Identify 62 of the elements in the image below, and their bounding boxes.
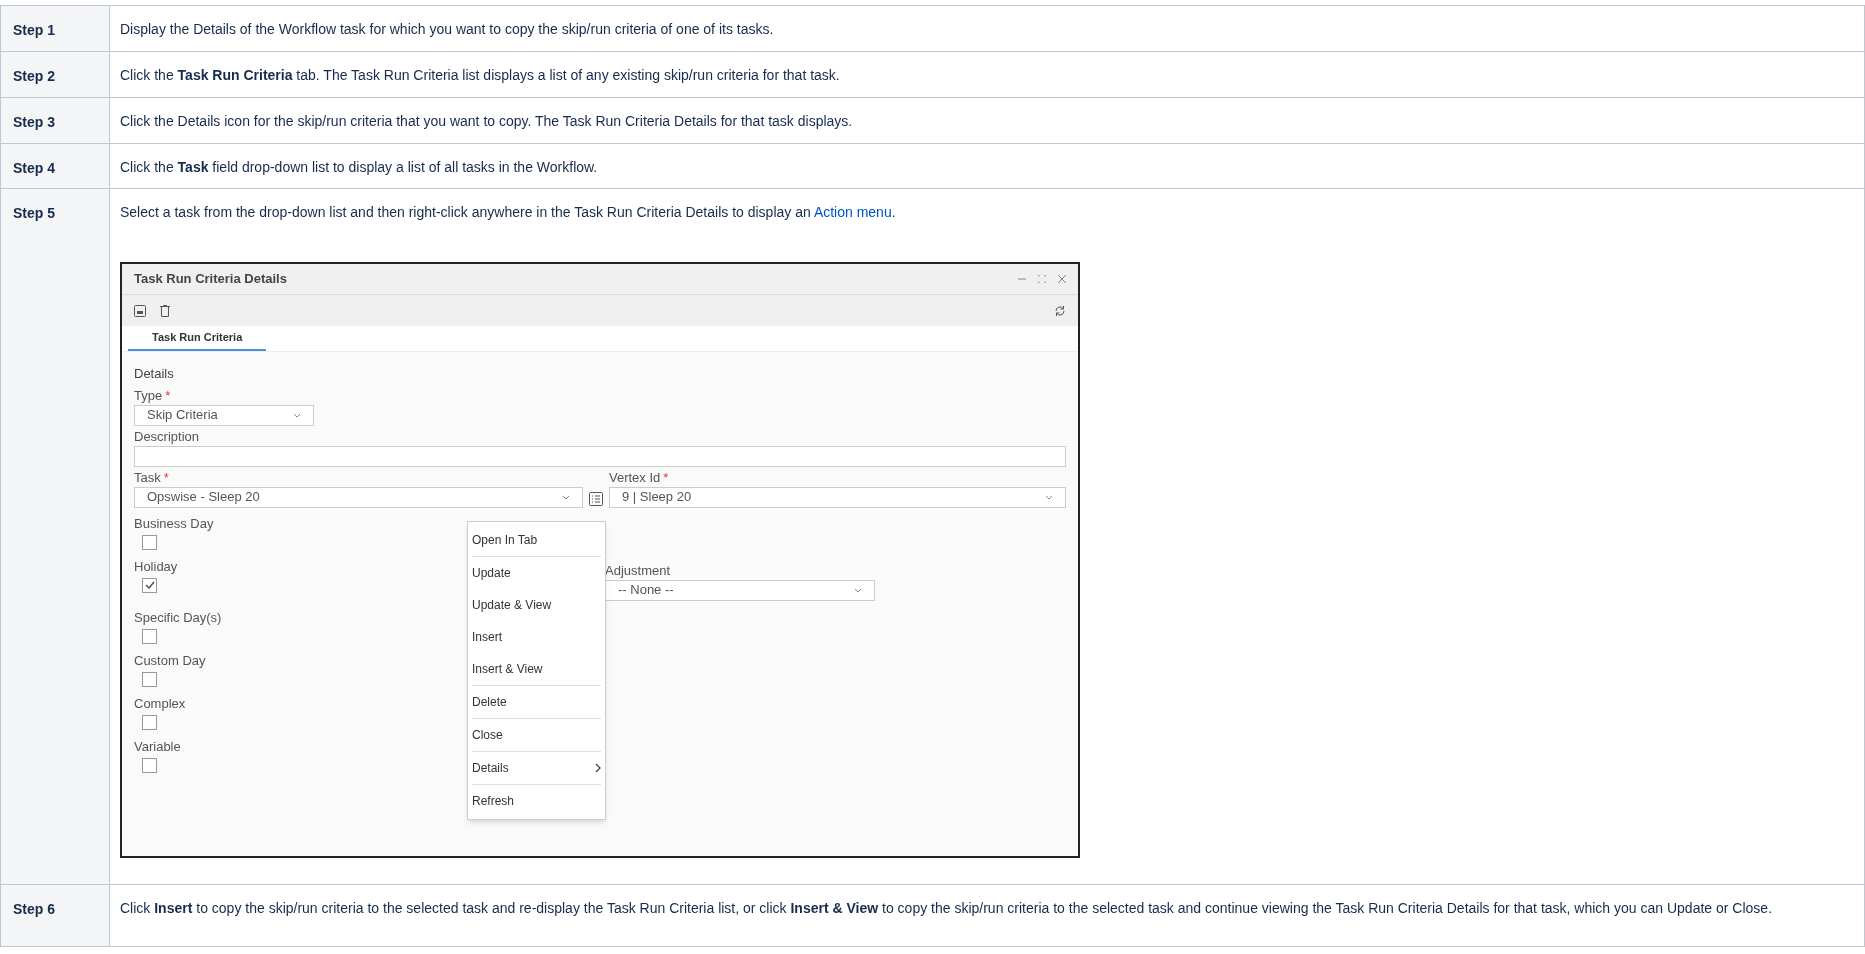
checkbox[interactable] [142, 628, 157, 644]
maximize-icon[interactable] [1038, 275, 1046, 283]
menu-item[interactable]: Insert [472, 621, 601, 653]
step-label: Step 3 [0, 98, 110, 143]
link[interactable]: Action menu [813, 204, 892, 220]
checkbox[interactable] [142, 534, 157, 550]
menu-item[interactable]: Refresh [472, 785, 601, 817]
field-label: Custom Day [134, 652, 206, 671]
step-label: Step 2 [0, 52, 110, 97]
step-text: Select a task from the drop-down list and then right-click anywhere in the Task Run Criteria Details to display an Action menu. [120, 203, 897, 222]
chevron-right-icon [595, 763, 601, 773]
menu-item[interactable]: Delete [472, 686, 601, 718]
dropdown-field[interactable]: 9 | Sleep 20 [609, 486, 1066, 508]
dropdown-field[interactable]: Skip Criteria [134, 404, 314, 426]
field-label: Business Day [134, 515, 214, 534]
field-label: Task [134, 469, 161, 488]
menu-item[interactable]: Insert & View [472, 653, 601, 685]
section-title: Details [134, 365, 175, 383]
step-label: Step 5 [0, 189, 110, 884]
minimize-icon[interactable] [1018, 275, 1026, 283]
field-label: Description [134, 428, 200, 447]
step-text: Display the Details of the Workflow task for which you want to copy the skip/run criteria of one of its tasks. [120, 20, 775, 39]
field-label: Complex [134, 695, 186, 714]
menu-item[interactable]: Update & View [472, 589, 601, 621]
field-label: Holiday [134, 558, 178, 577]
dropdown-field[interactable]: Opswise - Sleep 20 [134, 486, 583, 508]
required-mark: * [165, 387, 171, 406]
chevron-down-icon [1045, 494, 1053, 500]
menu-item[interactable]: Close [472, 719, 601, 751]
chevron-down-icon [854, 587, 862, 593]
step-text: Click the Details icon for the skip/run criteria that you want to copy. The Task Run Criteria Details for that task displays. [120, 112, 854, 131]
step-label: Step 1 [0, 6, 110, 51]
refresh-icon[interactable] [1054, 304, 1066, 317]
step-label: Step 4 [0, 144, 110, 188]
menu-item[interactable]: Details [472, 752, 601, 784]
required-mark: * [163, 469, 169, 488]
step-label: Step 6 [0, 885, 110, 946]
menu-item[interactable]: Update [472, 557, 601, 589]
save-icon[interactable] [134, 304, 146, 317]
checkbox[interactable] [142, 757, 157, 773]
menu-item[interactable]: Open In Tab [472, 524, 601, 556]
dropdown-field[interactable]: -- None -- [605, 579, 875, 601]
field-label: Adjustment [605, 562, 671, 581]
field-label: Vertex Id [609, 469, 661, 488]
chevron-down-icon [293, 412, 301, 418]
checkbox[interactable] [142, 714, 157, 730]
required-mark: * [663, 469, 669, 488]
checkmark-icon [144, 581, 155, 589]
close-icon[interactable] [1058, 275, 1066, 283]
list-icon[interactable] [589, 491, 603, 506]
checkbox[interactable] [142, 577, 157, 593]
chevron-down-icon [562, 494, 570, 500]
trash-icon[interactable] [160, 304, 170, 317]
field-label: Type [134, 387, 163, 406]
window-title: Task Run Criteria Details [134, 270, 287, 289]
description-field[interactable] [134, 445, 1066, 467]
field-label: Specific Day(s) [134, 609, 222, 628]
step-text: Click the Task field drop-down list to display a list of all tasks in the Workflow. [120, 158, 599, 177]
checkbox[interactable] [142, 671, 157, 687]
step-text: Click the Task Run Criteria tab. The Task Run Criteria list displays a list of any existing skip/run criteria for that task. [120, 66, 841, 85]
field-label: Variable [134, 738, 181, 757]
step-text: Click Insert to copy the skip/run criteria to the selected task and re-display the Task Run Criteria list, or click Insert & View to copy the skip/run criteria to the selected task and continue viewing the Task Run Criteria Details for that task, which you can Update or Close. [120, 899, 1774, 918]
